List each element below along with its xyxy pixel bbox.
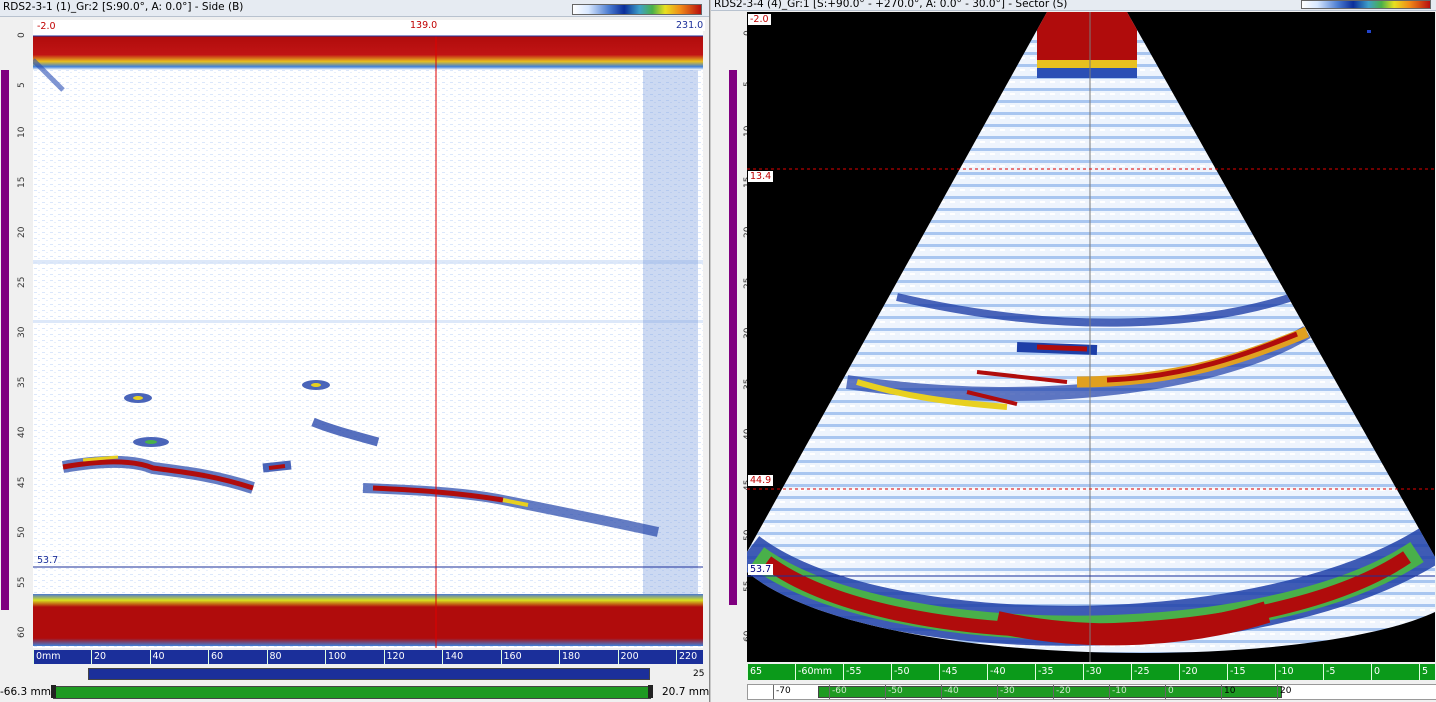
index-tick-label: -50 [891, 664, 910, 680]
bscan-background [33, 20, 703, 648]
bscan-range-bar[interactable] [88, 668, 650, 680]
index-tick-label: -15 [1227, 664, 1246, 680]
gate-b-readout: 44.9 [748, 475, 774, 486]
sector-image[interactable] [747, 12, 1435, 662]
cursor-right-readout: 231.0 [674, 20, 706, 31]
depth-tick-label: 50 [17, 526, 27, 538]
index-tick-label: -40 [987, 664, 1006, 680]
depth-tick-label: 55 [17, 576, 27, 588]
scroll-end-label: 20.7 mm [662, 686, 710, 698]
scan-tick-label: 0mm [33, 650, 61, 664]
scroll-tick-label: 20 [1277, 685, 1291, 699]
scroll-tick-label: -40 [941, 685, 959, 699]
depth-tick-label: 40 [17, 426, 27, 438]
bscan-scan-ruler: 0mm 20 40 60 80 100 120 140 160 180 200 220 [33, 650, 703, 664]
sscan-depth-ruler: 051015202530354045505560 [711, 12, 753, 662]
color-palette-icon[interactable] [572, 4, 702, 15]
depth-ruler-bar [1, 70, 9, 610]
depth-ruler-bar [729, 70, 737, 605]
scan-tick-label: 60 [208, 650, 223, 664]
scroll-handle-right[interactable] [648, 685, 653, 698]
depth-tick-label: 5 [17, 82, 27, 88]
depth-tick-label: 20 [17, 226, 27, 238]
gate-a-readout: 13.4 [748, 171, 774, 182]
depth-tick-label: 25 [17, 276, 27, 288]
scroll-tick-label: -20 [1053, 685, 1071, 699]
index-tick-label: -25 [1131, 664, 1150, 680]
noise-band [33, 260, 703, 264]
scan-tick-label: 180 [559, 650, 580, 664]
gate-c-readout: 53.7 [748, 564, 774, 575]
scan-tick-label: 80 [266, 650, 282, 664]
cursor-header-strip [33, 20, 703, 36]
scan-tick-label: 160 [500, 650, 522, 664]
depth-tick-label: 45 [17, 476, 27, 488]
index-tick-label: 5 [1419, 664, 1428, 680]
index-tick-label: -60mm [795, 664, 832, 680]
scan-tick-label: 140 [442, 650, 463, 664]
bscan-depth-ruler: 0 5 10 15 20 25 30 35 40 45 50 55 60 [0, 18, 27, 648]
depth-tick-label: 10 [17, 126, 27, 138]
bscan-title: RDS2-3-1 (1)_Gr:2 [S:90.0°, A: 0.0°] - S… [3, 1, 244, 13]
scroll-handle-left[interactable] [51, 685, 56, 698]
bscan-pane[interactable]: RDS2-3-1 (1)_Gr:2 [S:90.0°, A: 0.0°] - S… [0, 0, 710, 702]
scroll-tick-label: -50 [885, 685, 903, 699]
depth-tick-label: 0 [17, 32, 27, 38]
scan-tick-label: 20 [91, 650, 106, 664]
scroll-tick-label: -10 [1109, 685, 1127, 699]
sscan-pane[interactable]: RDS2-3-4 (4)_Gr:1 [S:+90.0° - +270.0°, A… [710, 0, 1436, 702]
depth-tick-label: 60 [17, 626, 27, 638]
sscan-titlebar[interactable]: RDS2-3-4 (4)_Gr:1 [S:+90.0° - +270.0°, A… [711, 0, 1436, 11]
bscan-scrollbar[interactable] [51, 685, 653, 699]
marker-dot [1367, 30, 1371, 33]
scroll-tick-label: 0 [1165, 685, 1174, 699]
sector-statusbar: -70 -60 -50 -40 -30 -20 -10 0 10 20 [711, 682, 1436, 702]
index-tick-label: 0 [1371, 664, 1380, 680]
cursor-x-readout: 139.0 [408, 20, 440, 31]
sector-index-ruler: 65 -60mm -55 -50 -45 -40 -35 -30 -25 -20 -15 -10 -5 0… [747, 664, 1435, 680]
bscan-image[interactable] [33, 20, 703, 648]
index-tick-label: -35 [1035, 664, 1054, 680]
index-tick-label: -45 [939, 664, 958, 680]
index-tick-label: -55 [843, 664, 862, 680]
index-tick-label: -20 [1179, 664, 1198, 680]
depth-tick-label: 15 [17, 176, 27, 188]
cursor-left-readout: -2.0 [35, 21, 58, 32]
scan-tick-label: 40 [149, 650, 165, 664]
sector-top-readout: -2.0 [748, 14, 771, 25]
color-palette-icon[interactable] [1301, 0, 1431, 9]
sector-scroll-area[interactable]: -70 -60 -50 -40 -30 -20 -10 0 10 20 [747, 684, 1436, 700]
back-wall-echo [33, 594, 703, 646]
scan-tick-label: 220 [676, 650, 697, 664]
scroll-tick-label: -70 [773, 685, 791, 699]
scroll-tick-label: -60 [829, 685, 847, 699]
noise-band [33, 320, 703, 323]
bscan-titlebar[interactable]: RDS2-3-1 (1)_Gr:2 [S:90.0°, A: 0.0°] - S… [0, 0, 709, 17]
front-wall-echo [33, 36, 703, 70]
index-tick-label: 65 [747, 664, 762, 680]
gate-depth-readout: 53.7 [37, 555, 59, 566]
sscan-title: RDS2-3-4 (4)_Gr:1 [S:+90.0° - +270.0°, A… [714, 0, 1068, 10]
scroll-start-label: -66.3 mm [0, 686, 51, 698]
index-tick-label: -10 [1275, 664, 1294, 680]
bscan-statusbar: -66.3 mm 20.7 mm [0, 682, 709, 702]
depth-tick-label: 30 [17, 326, 27, 338]
scan-tick-label: 100 [325, 650, 346, 664]
index-tick-label: -5 [1323, 664, 1335, 680]
scroll-tick-label: 10 [1221, 685, 1235, 699]
scroll-tick-label: -30 [997, 685, 1015, 699]
depth-tick-label: 35 [17, 376, 27, 388]
scan-tick-label: 200 [617, 650, 639, 664]
ruler-end-label: 25 [693, 669, 705, 679]
index-tick-label: -30 [1083, 664, 1102, 680]
scan-tick-label: 120 [383, 650, 405, 664]
